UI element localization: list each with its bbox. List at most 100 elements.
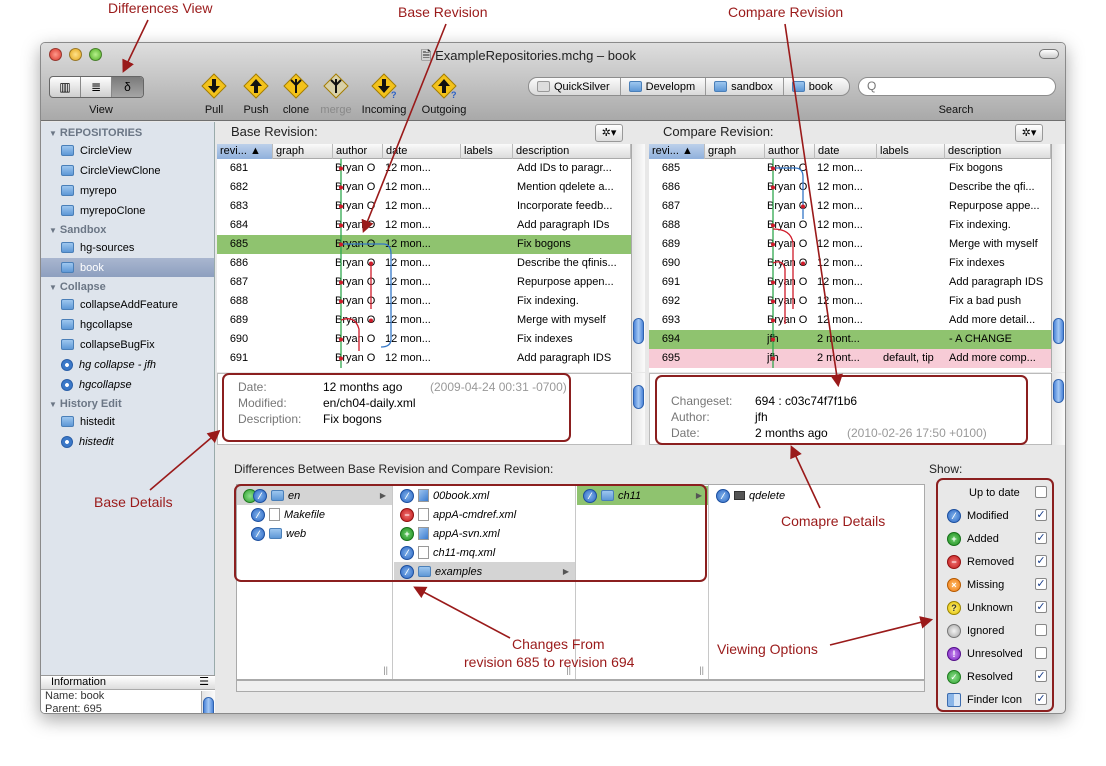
compare-details-scrollbar[interactable] — [1051, 373, 1065, 445]
column-resize-handle[interactable]: || — [699, 665, 704, 675]
show-option-checkbox[interactable] — [1035, 624, 1047, 636]
sidebar-item-hg-sources[interactable]: hg-sources — [41, 238, 214, 257]
show-option-removed[interactable]: − Removed ✓ — [947, 552, 1047, 572]
zoom-button[interactable] — [89, 48, 102, 61]
file-item-appa-svn-xml[interactable]: + appA-svn.xml — [394, 524, 575, 543]
disclosure-arrow-icon: ▶ — [562, 567, 569, 576]
base-table-scrollbar[interactable] — [631, 144, 645, 372]
file-item-00book-xml[interactable]: ⁄ 00book.xml — [394, 486, 575, 505]
disclosure-triangle-icon[interactable]: ▼ — [49, 226, 57, 235]
view-columns-segment[interactable]: ▥ — [50, 77, 81, 97]
show-option-unknown[interactable]: ? Unknown ✓ — [947, 598, 1047, 618]
sidebar-item-book[interactable]: book — [41, 258, 214, 277]
column-header-labels[interactable]: labels — [877, 144, 945, 159]
merge-button[interactable]: merge — [311, 104, 361, 116]
sidebar-item-myrepo[interactable]: myrepo — [41, 181, 214, 200]
sidebar-item-hgcollapse[interactable]: hgcollapse — [41, 315, 214, 334]
sidebar-item-circleviewclone[interactable]: CircleViewClone — [41, 161, 214, 180]
file-item-examples[interactable]: ⁄ examples ▶ — [394, 562, 575, 581]
executable-file-icon — [734, 491, 745, 500]
show-option-checkbox[interactable] — [1035, 486, 1047, 498]
sidebar-item-circleview[interactable]: CircleView — [41, 141, 214, 160]
search-input[interactable]: Q — [858, 77, 1056, 96]
show-option-unresolved[interactable]: ! Unresolved — [947, 644, 1047, 664]
column-header-revision[interactable]: revi... ▲ — [217, 144, 273, 159]
column-resize-handle[interactable]: || — [383, 665, 388, 675]
view-list-segment[interactable]: ≣ — [81, 77, 112, 97]
sidebar-group-repositories[interactable]: ▼ REPOSITORIES — [49, 127, 142, 139]
show-option-modified[interactable]: ⁄ Modified ✓ — [947, 506, 1047, 526]
path-segment-quicksilver[interactable]: QuickSilver — [529, 78, 621, 95]
path-bar[interactable]: QuickSilver Developm sandbox book — [528, 77, 850, 96]
file-item-qdelete[interactable]: ⁄ qdelete — [710, 486, 909, 505]
close-button[interactable] — [49, 48, 62, 61]
column-header-author[interactable]: author — [765, 144, 815, 159]
sidebar-item-label: histedit — [79, 435, 114, 448]
show-option-missing[interactable]: × Missing ✓ — [947, 575, 1047, 595]
differences-horizontal-scrollbar[interactable] — [236, 680, 925, 692]
callout-changes-line2: revision 685 to revision 694 — [464, 654, 635, 670]
column-header-date[interactable]: date — [383, 144, 461, 159]
column-header-revision[interactable]: revi... ▲ — [649, 144, 705, 159]
minimize-button[interactable] — [69, 48, 82, 61]
sidebar-item-collapsebugfix[interactable]: collapseBugFix — [41, 335, 214, 354]
disclosure-triangle-icon[interactable]: ▼ — [49, 283, 57, 292]
sidebar-item-myrepoclone[interactable]: myrepoClone — [41, 201, 214, 220]
menu-icon[interactable]: ☰ — [199, 676, 209, 689]
sidebar-group-collapse[interactable]: ▼ Collapse — [49, 281, 106, 293]
outgoing-button[interactable]: Outgoing — [419, 104, 469, 116]
date-cell: 12 mon... — [817, 314, 863, 326]
file-item-en[interactable]: ⁄ en ▶ — [237, 486, 392, 505]
base-details-scrollbar[interactable] — [631, 373, 645, 445]
show-option-checkbox[interactable] — [1035, 647, 1047, 659]
incoming-button[interactable]: Incoming — [359, 104, 409, 116]
sidebar-item-histedit[interactable]: histedit — [41, 432, 214, 451]
sidebar-item-collapseaddfeature[interactable]: collapseAddFeature — [41, 295, 214, 314]
sidebar-group-sandbox[interactable]: ▼ Sandbox — [49, 224, 106, 236]
show-option-up-to-date[interactable]: Up to date — [947, 483, 1047, 503]
revision-node — [339, 299, 343, 304]
show-option-finder-icon[interactable]: Finder Icon ✓ — [947, 690, 1047, 710]
column-header-graph[interactable]: graph — [705, 144, 765, 159]
column-header-description[interactable]: description — [945, 144, 1051, 159]
column-header-graph[interactable]: graph — [273, 144, 333, 159]
folder-icon — [61, 145, 74, 156]
column-header-date[interactable]: date — [815, 144, 877, 159]
path-segment-sandbox[interactable]: sandbox — [706, 78, 784, 95]
show-option-checkbox[interactable]: ✓ — [1035, 693, 1047, 705]
compare-gear-button[interactable]: ✲▾ — [1015, 124, 1043, 142]
show-option-checkbox[interactable]: ✓ — [1035, 509, 1047, 521]
sidebar-item-hg-collapse-jfh[interactable]: hg collapse - jfh — [41, 355, 214, 374]
file-item-web[interactable]: ⁄ web — [237, 524, 392, 543]
compare-table-scrollbar[interactable] — [1051, 144, 1065, 372]
show-option-resolved[interactable]: ✓ Resolved ✓ — [947, 667, 1047, 687]
info-scrollbar[interactable] — [201, 691, 215, 713]
column-header-labels[interactable]: labels — [461, 144, 513, 159]
base-gear-button[interactable]: ✲▾ — [595, 124, 623, 142]
toolbar-toggle-button[interactable] — [1039, 49, 1059, 59]
show-option-checkbox[interactable]: ✓ — [1035, 532, 1047, 544]
column-header-author[interactable]: author — [333, 144, 383, 159]
show-option-ignored[interactable]: Ignored — [947, 621, 1047, 641]
path-segment-development[interactable]: Developm — [621, 78, 707, 95]
view-differences-segment[interactable]: δ — [112, 77, 143, 97]
labels-cell — [883, 216, 947, 235]
file-item-appa-cmdref-xml[interactable]: − appA-cmdref.xml — [394, 505, 575, 524]
path-segment-book[interactable]: book — [784, 78, 843, 95]
file-item-ch11-mq-xml[interactable]: ⁄ ch11-mq.xml — [394, 543, 575, 562]
sidebar-group-history-edit[interactable]: ▼ History Edit — [49, 398, 122, 410]
file-item-ch11[interactable]: ⁄ ch11 ▶ — [577, 486, 708, 505]
date-cell: 12 mon... — [385, 219, 431, 231]
show-option-added[interactable]: + Added ✓ — [947, 529, 1047, 549]
sidebar-item-hgcollapse[interactable]: hgcollapse — [41, 375, 214, 394]
view-segmented-control[interactable]: ▥ ≣ δ — [49, 76, 144, 98]
disclosure-triangle-icon[interactable]: ▼ — [49, 400, 57, 409]
show-option-checkbox[interactable]: ✓ — [1035, 555, 1047, 567]
show-option-checkbox[interactable]: ✓ — [1035, 670, 1047, 682]
show-option-checkbox[interactable]: ✓ — [1035, 601, 1047, 613]
sidebar-item-histedit[interactable]: histedit — [41, 412, 214, 431]
file-item-makefile[interactable]: ⁄ Makefile — [237, 505, 392, 524]
column-header-description[interactable]: description — [513, 144, 631, 159]
disclosure-triangle-icon[interactable]: ▼ — [49, 129, 57, 138]
show-option-checkbox[interactable]: ✓ — [1035, 578, 1047, 590]
